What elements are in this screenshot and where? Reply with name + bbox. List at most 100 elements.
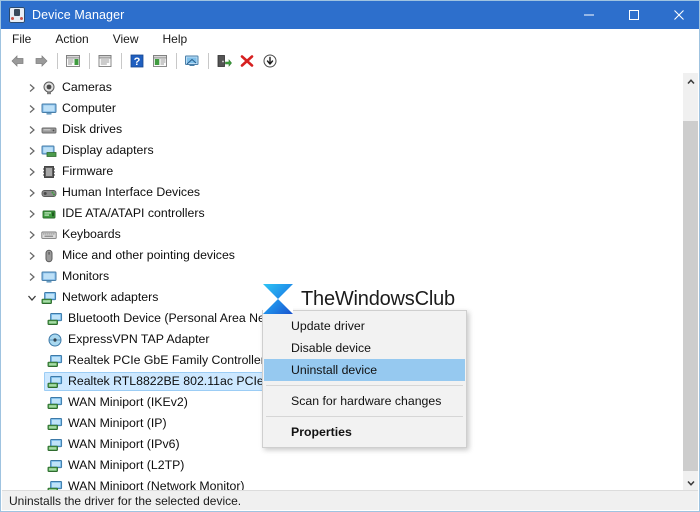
tree-row-wan-miniport-l2tp[interactable]: WAN Miniport (L2TP) [2,455,685,476]
maximize-button[interactable] [611,1,656,29]
context-menu-separator [266,416,463,417]
network-adapter-icon [46,395,64,411]
scan-hardware-changes-button[interactable] [181,50,203,72]
watermark: TheWindowsClub [263,284,455,314]
ide-controller-icon [40,206,58,222]
tree-row-label: Computer [62,101,116,115]
tree-row-ide-ata-atapi-controllers[interactable]: IDE ATA/ATAPI controllers [2,203,685,224]
network-adapter-icon [46,458,64,474]
context-menu-item-properties[interactable]: Properties [263,421,466,443]
tree-row-label: Network adapters [62,290,159,304]
toolbar-separator [208,53,209,69]
device-manager-icon [9,7,25,23]
menu-item-action[interactable]: Action [53,31,90,47]
tree-row-label: Human Interface Devices [62,185,201,199]
tree-row-label: Disk drives [62,122,123,136]
menu-item-view[interactable]: View [111,31,141,47]
back-button[interactable] [7,50,29,72]
context-menu-separator [266,385,463,386]
context-menu-item-disable-device[interactable]: Disable device [263,337,466,359]
tree-row-firmware[interactable]: Firmware [2,161,685,182]
tree-row-mice-and-other-pointing-devices[interactable]: Mice and other pointing devices [2,245,685,266]
show-hide-action-pane-button[interactable] [149,50,171,72]
svg-text:?: ? [134,56,141,68]
context-menu-item-label: Disable device [291,341,371,355]
forward-button[interactable] [30,50,52,72]
help-button[interactable]: ? [126,50,148,72]
tree-row-display-adapters[interactable]: Display adapters [2,140,685,161]
context-menu-item-scan-for-hardware-changes[interactable]: Scan for hardware changes [263,390,466,412]
chevron-right-icon[interactable] [24,224,40,245]
chevron-right-icon[interactable] [24,98,40,119]
computer-icon [40,101,58,117]
camera-icon [40,80,58,96]
show-hide-console-tree-button[interactable] [62,50,84,72]
toolbar: ? [1,49,699,73]
tree-row-label: Mice and other pointing devices [62,248,235,262]
disable-device-button[interactable] [259,50,281,72]
scroll-down-arrow-icon[interactable] [683,474,698,491]
tree-row-wan-miniport-network-monitor[interactable]: WAN Miniport (Network Monitor) [2,476,685,491]
tree-row-label: Cameras [62,80,112,94]
keyboard-icon [40,227,58,243]
context-menu-item-uninstall-device[interactable]: Uninstall device [264,359,465,381]
chevron-right-icon[interactable] [24,245,40,266]
tree-row-label: WAN Miniport (IP) [68,416,167,430]
close-button[interactable] [656,1,699,29]
toolbar-separator [121,53,122,69]
tree-row-label: IDE ATA/ATAPI controllers [62,206,205,220]
context-menu-item-label: Properties [291,425,352,439]
tree-row-label: ExpressVPN TAP Adapter [68,332,210,346]
minimize-button[interactable] [566,1,611,29]
monitor-icon [40,269,58,285]
tree-row-keyboards[interactable]: Keyboards [2,224,685,245]
toolbar-separator [176,53,177,69]
chevron-right-icon[interactable] [24,77,40,98]
toolbar-separator [57,53,58,69]
tree-row-disk-drives[interactable]: Disk drives [2,119,685,140]
status-bar-text: Uninstalls the driver for the selected d… [9,493,242,508]
tree-row-label: WAN Miniport (L2TP) [68,458,185,472]
tree-row-computer[interactable]: Computer [2,98,685,119]
menu-item-help[interactable]: Help [161,31,190,47]
properties-button[interactable] [94,50,116,72]
tree-row-label: WAN Miniport (IPv6) [68,437,180,451]
menu-bar: File Action View Help [1,29,699,49]
status-bar: Uninstalls the driver for the selected d… [2,490,698,510]
chevron-right-icon[interactable] [24,203,40,224]
firmware-icon [40,164,58,180]
network-adapter-icon [46,416,64,432]
chevron-right-icon[interactable] [24,161,40,182]
context-menu-item-update-driver[interactable]: Update driver [263,315,466,337]
chevron-right-icon[interactable] [24,182,40,203]
window-title: Device Manager [32,8,125,22]
tree-row-cameras[interactable]: Cameras [2,77,685,98]
update-driver-button[interactable] [213,50,235,72]
vertical-scrollbar[interactable] [682,73,698,491]
scroll-up-arrow-icon[interactable] [683,73,698,90]
uninstall-device-button[interactable] [236,50,258,72]
tree-row-label: WAN Miniport (IKEv2) [68,395,188,409]
tree-row-human-interface-devices[interactable]: Human Interface Devices [2,182,685,203]
hid-icon [40,185,58,201]
chevron-right-icon[interactable] [24,266,40,287]
tree-row-label: Realtek PCIe GbE Family Controller [68,353,265,367]
thewindowsclub-logo-icon [263,284,293,314]
context-menu[interactable]: Update driver Disable device Uninstall d… [262,310,467,448]
chevron-right-icon[interactable] [24,140,40,161]
mouse-icon [40,248,58,264]
scroll-thumb[interactable] [683,121,698,471]
title-bar: Device Manager [1,1,699,29]
network-adapter-icon [46,374,64,390]
context-menu-item-label: Scan for hardware changes [291,394,442,408]
vpn-adapter-icon [46,332,64,348]
network-adapter-icon [46,437,64,453]
network-adapter-icon [46,311,64,327]
display-adapter-icon [40,143,58,159]
chevron-right-icon[interactable] [24,119,40,140]
menu-item-file[interactable]: File [10,31,33,47]
context-menu-item-label: Update driver [291,319,365,333]
window-controls [566,1,699,29]
disk-drive-icon [40,122,58,138]
chevron-down-icon[interactable] [24,287,40,308]
